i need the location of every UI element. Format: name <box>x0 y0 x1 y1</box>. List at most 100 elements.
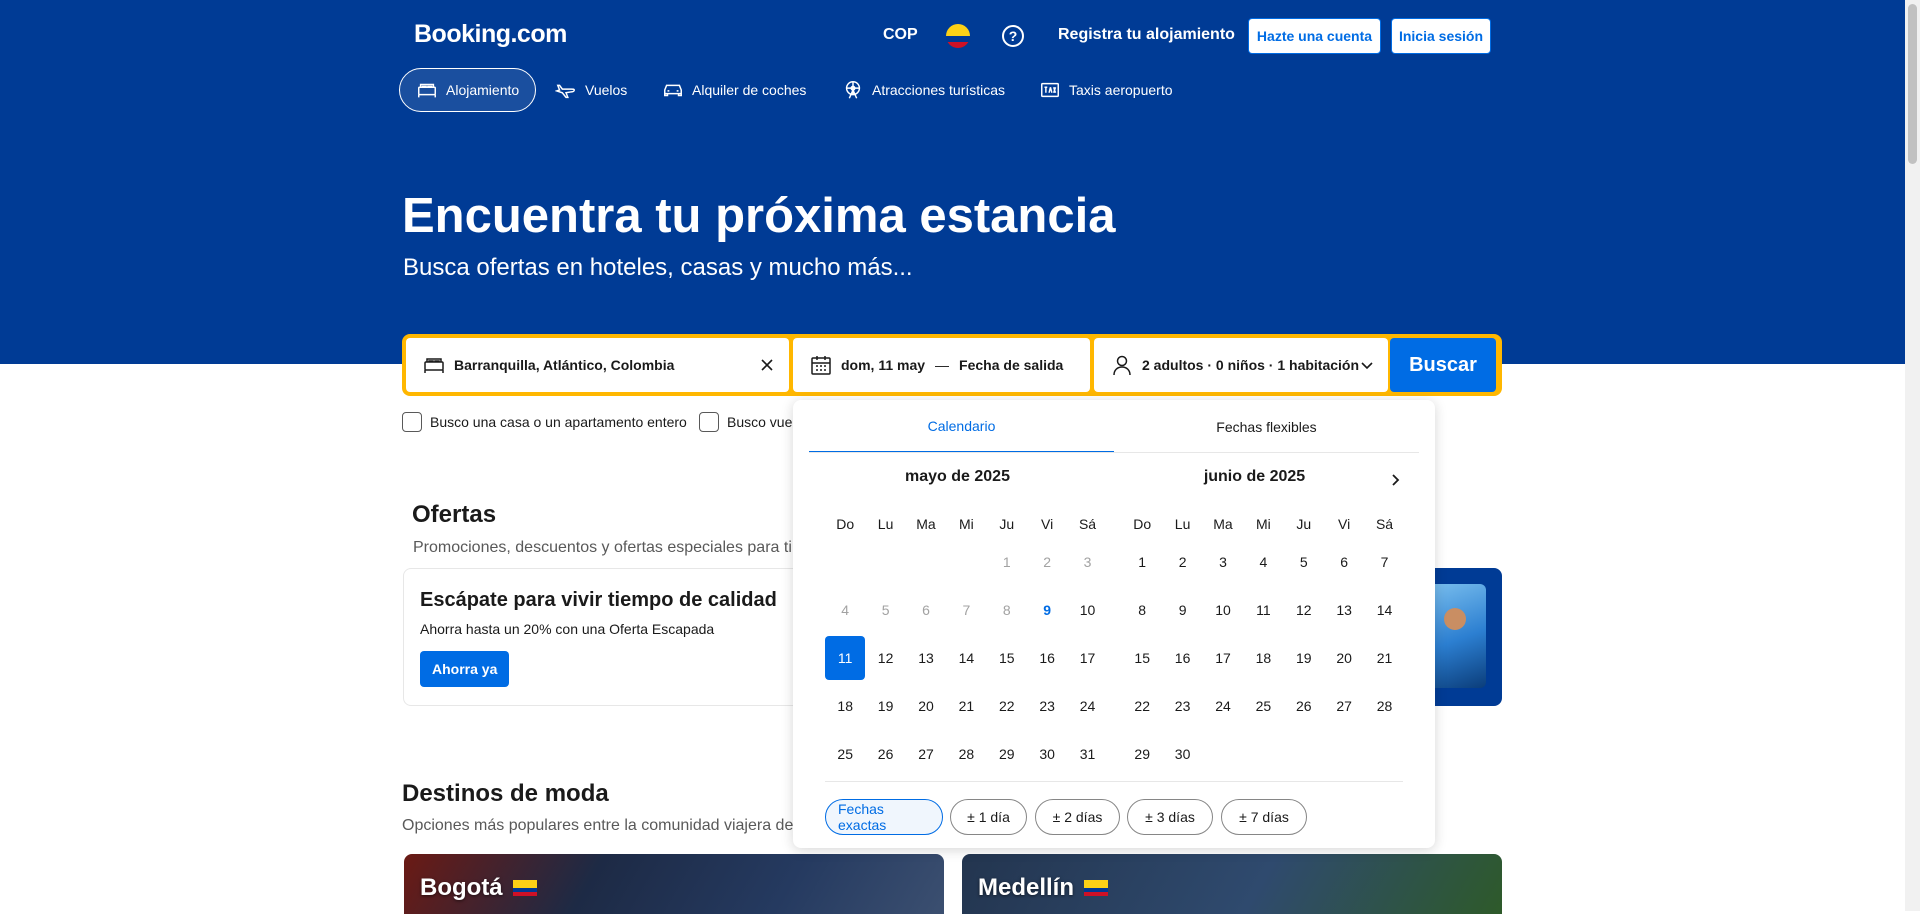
calendar-day[interactable]: 28 <box>1364 682 1404 730</box>
nav-tab-label: Alquiler de coches <box>692 82 807 98</box>
checkbox-box[interactable] <box>402 412 422 432</box>
calendar-day[interactable]: 31 <box>1067 730 1107 778</box>
weekday-header: Mi <box>1255 516 1271 532</box>
calendar-day[interactable]: 15 <box>987 634 1027 682</box>
search-button[interactable]: Buscar <box>1390 338 1496 392</box>
calendar-day[interactable]: 18 <box>825 682 865 730</box>
calendar-day[interactable]: 7 <box>1364 538 1404 586</box>
calendar-day-selected[interactable]: 11 <box>825 634 866 682</box>
calendar-day[interactable]: 30 <box>1162 730 1202 778</box>
calendar-day[interactable]: 12 <box>865 634 905 682</box>
calendar-day[interactable]: 10 <box>1203 586 1243 634</box>
calendar-day[interactable]: 11 <box>1243 586 1283 634</box>
calendar-day[interactable]: 30 <box>1027 730 1067 778</box>
page-scrollbar[interactable] <box>1905 0 1920 911</box>
calendar-day[interactable]: 8 <box>1122 586 1162 634</box>
destination-card-medellin[interactable]: Medellín <box>962 854 1502 914</box>
clear-icon[interactable] <box>759 357 775 373</box>
calendar-day[interactable]: 6 <box>1324 538 1364 586</box>
calendar-day[interactable]: 29 <box>1122 730 1162 778</box>
destination-field[interactable]: Barranquilla, Atlántico, Colombia <box>406 338 789 392</box>
calendar-day[interactable]: 1 <box>1122 538 1162 586</box>
register-property-link[interactable]: Registra tu alojamiento <box>1058 26 1235 44</box>
signup-button[interactable]: Hazte una cuenta <box>1248 18 1381 54</box>
login-button[interactable]: Inicia sesión <box>1391 18 1491 54</box>
nav-tab-attractions[interactable]: Atracciones turísticas <box>826 68 1021 112</box>
currency-selector[interactable]: COP <box>883 26 918 44</box>
calendar-day[interactable]: 28 <box>946 730 986 778</box>
calendar-day[interactable]: 17 <box>1067 634 1107 682</box>
dates-field[interactable]: dom, 11 may — Fecha de salida <box>793 338 1090 392</box>
colombia-flag-icon <box>1084 880 1109 896</box>
offer-cta-button[interactable]: Ahorra ya <box>420 651 510 687</box>
weekday-header: Sá <box>1078 516 1097 532</box>
guests-summary[interactable]: 2 adultos · 0 niños · 1 habitación <box>1142 357 1359 373</box>
calendar-day[interactable]: 22 <box>1122 682 1162 730</box>
calendar-day[interactable]: 13 <box>1324 586 1364 634</box>
tab-flexible-dates[interactable]: Fechas flexibles <box>1114 400 1419 453</box>
calendar-day[interactable]: 13 <box>906 634 946 682</box>
calendar-day[interactable]: 27 <box>906 730 946 778</box>
calendar-day[interactable]: 3 <box>1203 538 1243 586</box>
month-title-june: junio de 2025 <box>1203 468 1306 485</box>
chip-plus-minus-7-days[interactable]: ± 7 días <box>1221 799 1307 835</box>
next-month-button[interactable] <box>1383 468 1407 492</box>
booking-logo[interactable]: Booking.com <box>414 20 567 49</box>
calendar-day: 4 <box>841 602 850 618</box>
calendar-day[interactable]: 26 <box>865 730 905 778</box>
calendar-day[interactable]: 16 <box>1027 634 1067 682</box>
checkout-date[interactable]: Fecha de salida <box>959 357 1063 373</box>
calendar-day[interactable]: 9 <box>1027 586 1067 634</box>
person-icon <box>1113 355 1131 376</box>
calendar-day[interactable]: 4 <box>1243 538 1283 586</box>
chip-plus-minus-2-days[interactable]: ± 2 días <box>1035 799 1120 835</box>
destination-card-bogota[interactable]: Bogotá <box>404 854 944 914</box>
checkbox-box[interactable] <box>699 412 719 432</box>
calendar-day[interactable]: 21 <box>1364 634 1404 682</box>
tab-calendar[interactable]: Calendario <box>809 400 1114 453</box>
calendar-day[interactable]: 14 <box>946 634 986 682</box>
calendar-day[interactable]: 9 <box>1162 586 1202 634</box>
calendar-day[interactable]: 16 <box>1162 634 1202 682</box>
calendar-day[interactable]: 29 <box>987 730 1027 778</box>
calendar-day[interactable]: 20 <box>906 682 946 730</box>
calendar-day[interactable]: 14 <box>1364 586 1404 634</box>
guests-field[interactable]: 2 adultos · 0 niños · 1 habitación <box>1094 338 1388 392</box>
calendar-day[interactable]: 23 <box>1162 682 1202 730</box>
calendar-day[interactable]: 5 <box>1284 538 1324 586</box>
nav-tab-airport-taxi[interactable]: Taxis aeropuerto <box>1023 68 1189 112</box>
calendar-day[interactable]: 19 <box>1284 634 1324 682</box>
help-icon[interactable]: ? <box>1002 25 1024 47</box>
calendar-day[interactable]: 21 <box>946 682 986 730</box>
calendar-day[interactable]: 18 <box>1243 634 1283 682</box>
whole-home-checkbox[interactable]: Busco una casa o un apartamento entero <box>402 412 687 432</box>
calendar-day[interactable]: 15 <box>1122 634 1162 682</box>
weekday-header: Lu <box>877 516 894 532</box>
calendar-day[interactable]: 24 <box>1203 682 1243 730</box>
calendar-day[interactable]: 24 <box>1067 682 1107 730</box>
calendar-day[interactable]: 23 <box>1027 682 1067 730</box>
chip-exact-dates[interactable]: Fechas exactas <box>825 799 943 835</box>
checkin-date[interactable]: dom, 11 may <box>841 357 925 373</box>
calendar-day[interactable]: 25 <box>1243 682 1283 730</box>
flights-checkbox[interactable]: Busco vuel <box>699 412 795 432</box>
colombia-flag-icon[interactable] <box>946 24 970 48</box>
calendar-day[interactable]: 25 <box>825 730 865 778</box>
chip-plus-minus-3-days[interactable]: ± 3 días <box>1127 799 1213 835</box>
calendar-day[interactable]: 10 <box>1067 586 1107 634</box>
calendar-day[interactable]: 2 <box>1162 538 1202 586</box>
calendar-day[interactable]: 20 <box>1324 634 1364 682</box>
nav-tab-car-rental[interactable]: Alquiler de coches <box>646 68 822 112</box>
calendar-day[interactable]: 22 <box>987 682 1027 730</box>
calendar-day[interactable]: 12 <box>1284 586 1324 634</box>
chevron-down-icon <box>1361 362 1373 370</box>
calendar-day[interactable]: 17 <box>1203 634 1243 682</box>
nav-tab-stays[interactable]: Alojamiento <box>399 68 537 112</box>
destination-input[interactable]: Barranquilla, Atlántico, Colombia <box>454 357 674 373</box>
calendar-day[interactable]: 26 <box>1284 682 1324 730</box>
scrollbar-thumb[interactable] <box>1908 4 1917 164</box>
calendar-day[interactable]: 19 <box>865 682 905 730</box>
calendar-day[interactable]: 27 <box>1324 682 1364 730</box>
nav-tab-flights[interactable]: Vuelos <box>539 68 643 112</box>
chip-plus-minus-1-day[interactable]: ± 1 día <box>950 799 1027 835</box>
